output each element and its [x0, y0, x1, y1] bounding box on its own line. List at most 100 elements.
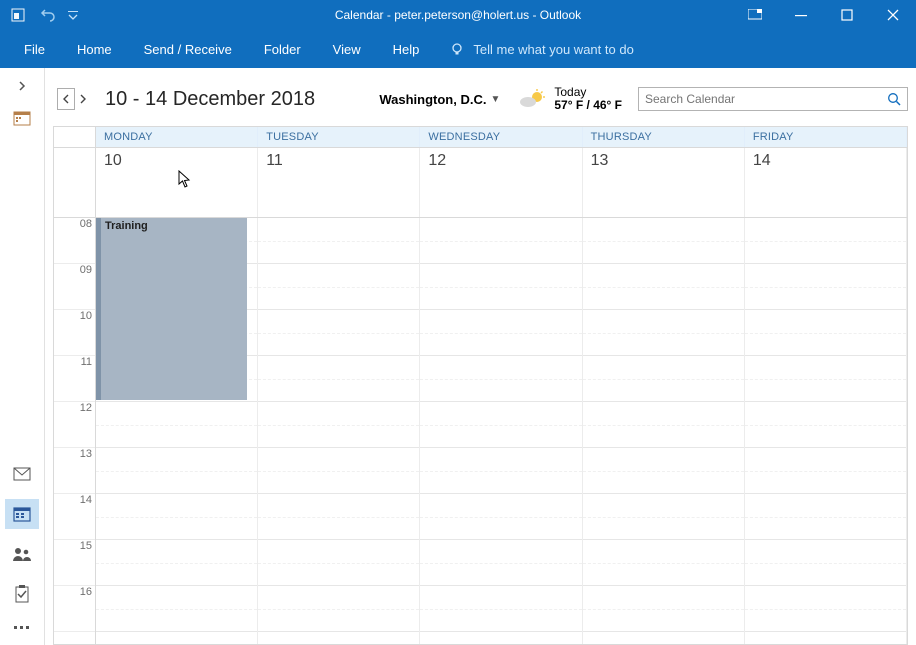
search-icon[interactable] — [887, 92, 901, 106]
hour-label: 14 — [54, 494, 95, 540]
time-slot[interactable] — [583, 310, 744, 356]
time-slot[interactable] — [96, 494, 257, 540]
day-column[interactable] — [420, 218, 582, 644]
time-slot[interactable] — [96, 586, 257, 632]
app-menu-icon[interactable] — [6, 3, 30, 27]
next-week-button[interactable] — [75, 89, 91, 109]
day-column[interactable]: Training — [96, 218, 258, 644]
ribbon-display-options-icon[interactable] — [732, 0, 778, 30]
time-slot[interactable] — [745, 402, 906, 448]
day-column[interactable] — [583, 218, 745, 644]
weather-widget[interactable]: Today 57° F / 46° F — [518, 86, 632, 112]
time-slot[interactable] — [258, 218, 419, 264]
time-slot[interactable] — [583, 218, 744, 264]
time-slot[interactable] — [583, 264, 744, 310]
time-slot[interactable] — [420, 310, 581, 356]
calendar-mini-icon[interactable] — [12, 108, 32, 128]
tab-folder[interactable]: Folder — [250, 34, 315, 65]
lightbulb-icon — [449, 41, 465, 57]
time-slot[interactable] — [745, 264, 906, 310]
time-slot[interactable] — [258, 448, 419, 494]
day-header[interactable]: THURSDAY — [583, 127, 745, 147]
time-slot[interactable] — [96, 402, 257, 448]
day-headers-row: MONDAY TUESDAY WEDNESDAY THURSDAY FRIDAY — [54, 127, 907, 148]
time-slot[interactable] — [258, 586, 419, 632]
time-slot[interactable] — [258, 494, 419, 540]
all-day-cell[interactable]: 12 — [420, 148, 582, 217]
time-slot[interactable] — [258, 264, 419, 310]
day-header[interactable]: MONDAY — [96, 127, 258, 147]
tab-home[interactable]: Home — [63, 34, 126, 65]
calendar-content: 10 - 14 December 2018 Washington, D.C. ▼… — [45, 68, 916, 645]
time-slot[interactable] — [583, 356, 744, 402]
all-day-cell[interactable]: 11 — [258, 148, 420, 217]
day-number: 11 — [266, 152, 283, 169]
time-slot[interactable] — [420, 218, 581, 264]
time-slot[interactable] — [745, 310, 906, 356]
all-day-cell[interactable]: 10 — [96, 148, 258, 217]
time-slot[interactable] — [420, 448, 581, 494]
grid-columns: Training — [96, 218, 907, 644]
day-header[interactable]: WEDNESDAY — [420, 127, 582, 147]
time-slot[interactable] — [420, 356, 581, 402]
minimize-button[interactable] — [778, 0, 824, 30]
time-slot[interactable] — [583, 402, 744, 448]
maximize-button[interactable] — [824, 0, 870, 30]
time-slot[interactable] — [258, 310, 419, 356]
people-icon[interactable] — [5, 539, 39, 569]
more-icon[interactable] — [5, 619, 39, 635]
time-slot[interactable] — [96, 540, 257, 586]
qat-dropdown-icon[interactable] — [66, 3, 80, 27]
time-slot[interactable] — [420, 402, 581, 448]
time-slot[interactable] — [96, 448, 257, 494]
time-slot[interactable] — [258, 402, 419, 448]
time-slot[interactable] — [745, 494, 906, 540]
expand-nav-icon[interactable] — [12, 76, 32, 96]
day-number: 10 — [104, 152, 122, 169]
calendar-event[interactable]: Training — [96, 218, 247, 400]
day-column[interactable] — [258, 218, 420, 644]
tab-send-receive[interactable]: Send / Receive — [130, 34, 246, 65]
time-slot[interactable] — [258, 356, 419, 402]
all-day-cell[interactable]: 14 — [745, 148, 907, 217]
weather-location[interactable]: Washington, D.C. ▼ — [379, 92, 512, 107]
calendar-icon[interactable] — [5, 499, 39, 529]
time-slot[interactable] — [583, 586, 744, 632]
tell-me[interactable]: Tell me what you want to do — [437, 41, 633, 57]
mail-icon[interactable] — [5, 459, 39, 489]
prev-week-button[interactable] — [57, 88, 75, 110]
time-slot[interactable] — [745, 356, 906, 402]
day-header[interactable]: TUESDAY — [258, 127, 420, 147]
mouse-cursor-icon — [178, 170, 192, 188]
all-day-cell[interactable]: 13 — [583, 148, 745, 217]
time-slot[interactable] — [745, 448, 906, 494]
day-header[interactable]: FRIDAY — [745, 127, 907, 147]
tab-view[interactable]: View — [319, 34, 375, 65]
time-slot[interactable] — [420, 540, 581, 586]
day-column[interactable] — [745, 218, 907, 644]
time-slot[interactable] — [258, 540, 419, 586]
time-slot[interactable] — [583, 540, 744, 586]
time-slot[interactable] — [420, 264, 581, 310]
time-slot[interactable] — [583, 448, 744, 494]
tell-me-label: Tell me what you want to do — [473, 42, 633, 57]
time-slot[interactable] — [745, 586, 906, 632]
calendar-toolbar: 10 - 14 December 2018 Washington, D.C. ▼… — [53, 78, 908, 120]
hour-label: 11 — [54, 356, 95, 402]
time-slot[interactable] — [420, 494, 581, 540]
day-number: 13 — [591, 152, 609, 169]
hour-label: 16 — [54, 586, 95, 632]
tasks-icon[interactable] — [5, 579, 39, 609]
navigation-rail — [0, 68, 45, 645]
time-slot[interactable] — [420, 586, 581, 632]
tab-file[interactable]: File — [10, 34, 59, 65]
time-slot[interactable] — [745, 218, 906, 264]
time-slot[interactable] — [745, 540, 906, 586]
search-box[interactable] — [638, 87, 908, 111]
tab-help[interactable]: Help — [379, 34, 434, 65]
close-button[interactable] — [870, 0, 916, 30]
undo-icon[interactable] — [36, 3, 60, 27]
weather-temps: 57° F / 46° F — [554, 99, 622, 112]
search-input[interactable] — [645, 92, 887, 106]
time-slot[interactable] — [583, 494, 744, 540]
